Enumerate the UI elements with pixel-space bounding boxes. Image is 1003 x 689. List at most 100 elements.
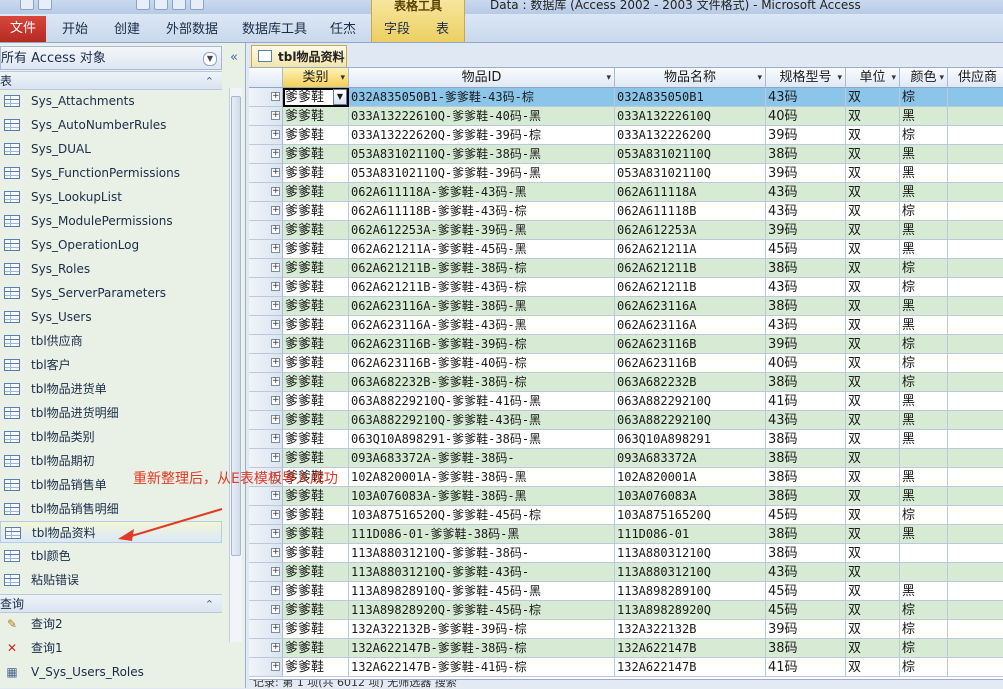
cell-supplier[interactable] (948, 316, 1003, 335)
cell-item-id[interactable]: 132A622147B-爹爹鞋-41码-棕 (349, 658, 615, 677)
cell-item-id[interactable]: 111D086-01-爹爹鞋-38码-黑 (349, 525, 615, 544)
cell-spec[interactable]: 38码 (766, 297, 846, 316)
nav-table-item[interactable]: Sys_AutoNumberRules (0, 114, 222, 136)
table-row[interactable]: + 爹爹鞋 062A621211A-爹爹鞋-45码-黑 062A621211A 45码 双… (249, 240, 1003, 259)
table-row[interactable]: + 爹爹鞋 093A683372A-爹爹鞋-38码- 093A683372A 38码 双 (249, 449, 1003, 468)
table-row[interactable]: + 爹爹鞋 062A623116A-爹爹鞋-43码-黑 062A623116A 43码 双… (249, 316, 1003, 335)
cell-unit[interactable]: 双 (846, 582, 900, 601)
cell-spec[interactable]: 43码 (766, 88, 846, 107)
edit-icon[interactable] (154, 0, 168, 10)
expand-subdatasheet-icon[interactable]: + (271, 491, 280, 500)
cell-category[interactable]: 爹爹鞋 (283, 259, 349, 278)
table-row[interactable]: + 爹爹鞋 113A88031210Q-爹爹鞋-38码- 113A88031210Q 3… (249, 544, 1003, 563)
cell-spec[interactable]: 39码 (766, 126, 846, 145)
cell-supplier[interactable] (948, 430, 1003, 449)
cell-supplier[interactable] (948, 620, 1003, 639)
expand-subdatasheet-icon[interactable]: + (271, 453, 280, 462)
cell-spec[interactable]: 38码 (766, 145, 846, 164)
cell-spec[interactable]: 38码 (766, 525, 846, 544)
cell-supplier[interactable] (948, 373, 1003, 392)
cell-spec[interactable]: 38码 (766, 449, 846, 468)
cell-item-id[interactable]: 062A612253A-爹爹鞋-39码-黑 (349, 221, 615, 240)
cell-category[interactable]: 爹爹鞋 (283, 639, 349, 658)
cell-item-id[interactable]: 062A623116A-爹爹鞋-43码-黑 (349, 316, 615, 335)
table-row[interactable]: + 爹爹鞋 132A322132B-爹爹鞋-39码-棕 132A322132B 39码 双… (249, 620, 1003, 639)
cell-color[interactable]: 棕 (900, 354, 948, 373)
cell-item-name[interactable]: 062A623116A (615, 316, 766, 335)
expand-subdatasheet-icon[interactable]: + (271, 206, 280, 215)
cell-unit[interactable]: 双 (846, 430, 900, 449)
cell-category[interactable]: 爹爹鞋 (283, 525, 349, 544)
table-row[interactable]: + 爹爹鞋 033A13222610Q-爹爹鞋-40码-黑 033A13222610Q… (249, 107, 1003, 126)
cell-item-id[interactable]: 053A83102110Q-爹爹鞋-38码-黑 (349, 145, 615, 164)
cell-item-name[interactable]: 132A322132B (615, 620, 766, 639)
expand-subdatasheet-icon[interactable]: + (271, 396, 280, 405)
tab-fields[interactable]: 字段 (384, 18, 410, 42)
cell-category[interactable]: 爹爹鞋 (283, 620, 349, 639)
cell-unit[interactable]: 双 (846, 183, 900, 202)
cell-category[interactable]: 爹爹鞋 (283, 506, 349, 525)
cell-color[interactable]: 黑 (900, 525, 948, 544)
cell-spec[interactable]: 45码 (766, 582, 846, 601)
cell-category[interactable]: 爹爹鞋 (283, 449, 349, 468)
cell-category[interactable]: 爹爹鞋 (283, 145, 349, 164)
record-selector[interactable]: + (249, 430, 283, 449)
record-selector[interactable]: + (249, 658, 283, 677)
nav-table-item[interactable]: Sys_Attachments (0, 90, 222, 112)
cell-category[interactable]: 爹爹鞋 (283, 563, 349, 582)
cell-item-id[interactable]: 062A623116B-爹爹鞋-39码-棕 (349, 335, 615, 354)
nav-query-item[interactable]: ✎ 查询2 (0, 613, 222, 635)
cell-supplier[interactable] (948, 126, 1003, 145)
record-selector[interactable]: + (249, 544, 283, 563)
cell-color[interactable]: 黑 (900, 392, 948, 411)
cell-spec[interactable]: 41码 (766, 392, 846, 411)
table-row[interactable]: + 爹爹鞋 103A87516520Q-爹爹鞋-45码-棕 103A87516520Q… (249, 506, 1003, 525)
cell-unit[interactable]: 双 (846, 202, 900, 221)
cell-unit[interactable]: 双 (846, 373, 900, 392)
cell-item-id[interactable]: 113A89828910Q-爹爹鞋-45码-黑 (349, 582, 615, 601)
record-selector[interactable]: + (249, 259, 283, 278)
cell-category[interactable]: 爹爹鞋 (283, 658, 349, 677)
table-row[interactable]: + 爹爹鞋 053A83102110Q-爹爹鞋-38码-黑 053A83102110Q… (249, 145, 1003, 164)
expand-subdatasheet-icon[interactable]: + (271, 263, 280, 272)
nav-pane-header[interactable]: 所有 Access 对象 ▼ (0, 46, 222, 70)
table-row[interactable]: + 爹爹鞋 062A611118B-爹爹鞋-43码-棕 062A611118B 43码 双… (249, 202, 1003, 221)
cell-item-id[interactable]: 062A623116B-爹爹鞋-40码-棕 (349, 354, 615, 373)
cell-item-name[interactable]: 113A88031210Q (615, 544, 766, 563)
cell-item-name[interactable]: 113A88031210Q (615, 563, 766, 582)
cell-item-name[interactable]: 062A611118A (615, 183, 766, 202)
expand-subdatasheet-icon[interactable]: + (271, 130, 280, 139)
cell-unit[interactable]: 双 (846, 449, 900, 468)
nav-query-item[interactable]: ▦ V_Sys_Users_Roles (0, 661, 222, 683)
cell-item-name[interactable]: 063A682232B (615, 373, 766, 392)
cell-unit[interactable]: 双 (846, 392, 900, 411)
nav-table-item[interactable]: Sys_ModulePermissions (0, 210, 222, 232)
cell-supplier[interactable] (948, 221, 1003, 240)
nav-table-item[interactable]: tbl物品进货明细 (0, 402, 222, 424)
record-selector[interactable]: + (249, 506, 283, 525)
cell-unit[interactable]: 双 (846, 658, 900, 677)
expand-subdatasheet-icon[interactable]: + (271, 301, 280, 310)
expand-subdatasheet-icon[interactable]: + (271, 662, 280, 671)
cell-category[interactable]: 爹爹鞋 (283, 164, 349, 183)
table-row[interactable]: + 爹爹鞋 111D086-01-爹爹鞋-38码-黑 111D086-01 38码 双 黑 (249, 525, 1003, 544)
cell-unit[interactable]: 双 (846, 297, 900, 316)
cell-item-name[interactable]: 063A88229210Q (615, 392, 766, 411)
cell-category[interactable]: 爹爹鞋 ▼ (283, 88, 349, 107)
combo-dropdown-icon[interactable]: ▼ (333, 89, 347, 105)
cell-category[interactable]: 爹爹鞋 (283, 183, 349, 202)
cell-item-name[interactable]: 062A621211A (615, 240, 766, 259)
cell-item-id[interactable]: 033A13222610Q-爹爹鞋-40码-黑 (349, 107, 615, 126)
table-row[interactable]: + 爹爹鞋 062A623116A-爹爹鞋-38码-黑 062A623116A 38码 双… (249, 297, 1003, 316)
cell-supplier[interactable] (948, 164, 1003, 183)
redo-icon[interactable] (38, 0, 52, 10)
expand-subdatasheet-icon[interactable]: + (271, 548, 280, 557)
cell-color[interactable] (900, 449, 948, 468)
cell-category[interactable]: 爹爹鞋 (283, 354, 349, 373)
table-row[interactable]: + 爹爹鞋 062A623116B-爹爹鞋-39码-棕 062A623116B 39码 双… (249, 335, 1003, 354)
collapse-pane-icon[interactable]: « (226, 49, 242, 67)
record-selector[interactable]: + (249, 221, 283, 240)
cell-item-name[interactable]: 062A623116B (615, 354, 766, 373)
cell-supplier[interactable] (948, 487, 1003, 506)
cell-spec[interactable]: 40码 (766, 107, 846, 126)
